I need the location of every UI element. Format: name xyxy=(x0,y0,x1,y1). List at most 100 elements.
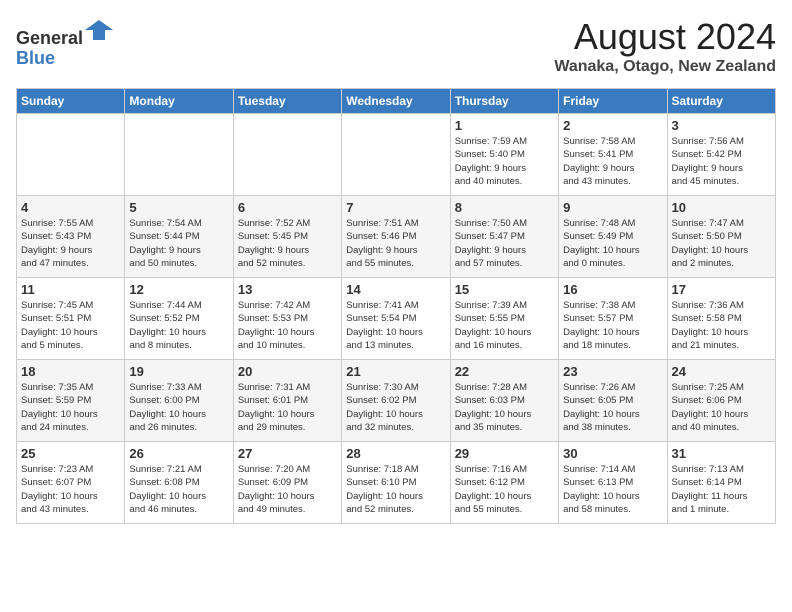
calendar-week-2: 4 Sunrise: 7:55 AM Sunset: 5:43 PM Daylig… xyxy=(17,196,776,278)
weekday-header-friday: Friday xyxy=(559,89,667,114)
day-info: Sunrise: 7:51 AM Sunset: 5:46 PM Dayligh… xyxy=(346,217,445,270)
day-number: 13 xyxy=(238,282,337,297)
calendar-cell: 19Sunrise: 7:33 AM Sunset: 6:00 PM Dayli… xyxy=(125,360,233,442)
calendar-cell: 15 Sunrise: 7:39 AM Sunset: 5:55 PM Dayli… xyxy=(450,278,558,360)
calendar-body: 1 Sunrise: 7:59 AM Sunset: 5:40 PM Daylig… xyxy=(17,114,776,524)
day-info: Sunrise: 7:44 AM Sunset: 5:52 PM Dayligh… xyxy=(129,299,228,352)
day-number: 23 xyxy=(563,364,662,379)
day-info: Sunrise: 7:31 AM Sunset: 6:01 PM Dayligh… xyxy=(238,381,337,434)
calendar-week-1: 1 Sunrise: 7:59 AM Sunset: 5:40 PM Daylig… xyxy=(17,114,776,196)
logo-general: General xyxy=(16,28,83,48)
weekday-header-saturday: Saturday xyxy=(667,89,775,114)
calendar-cell xyxy=(125,114,233,196)
day-info: Sunrise: 7:23 AM Sunset: 6:07 PM Dayligh… xyxy=(21,463,120,516)
calendar-cell: 22 Sunrise: 7:28 AM Sunset: 6:03 PM Dayli… xyxy=(450,360,558,442)
day-number: 22 xyxy=(455,364,554,379)
weekday-header-tuesday: Tuesday xyxy=(233,89,341,114)
calendar-cell: 16 Sunrise: 7:38 AM Sunset: 5:57 PM Dayli… xyxy=(559,278,667,360)
day-info: Sunrise: 7:59 AM Sunset: 5:40 PM Dayligh… xyxy=(455,135,554,188)
day-number: 21 xyxy=(346,364,445,379)
calendar-cell xyxy=(17,114,125,196)
weekday-header-monday: Monday xyxy=(125,89,233,114)
weekday-header-sunday: Sunday xyxy=(17,89,125,114)
weekday-header-thursday: Thursday xyxy=(450,89,558,114)
month-title: August 2024 xyxy=(554,16,776,58)
day-info: Sunrise: 7:18 AM Sunset: 6:10 PM Dayligh… xyxy=(346,463,445,516)
day-number: 6 xyxy=(238,200,337,215)
day-number: 5 xyxy=(129,200,228,215)
calendar-cell: 10 Sunrise: 7:47 AM Sunset: 5:50 PM Dayli… xyxy=(667,196,775,278)
calendar-cell xyxy=(342,114,450,196)
calendar-cell: 12 Sunrise: 7:44 AM Sunset: 5:52 PM Dayli… xyxy=(125,278,233,360)
calendar-cell: 28 Sunrise: 7:18 AM Sunset: 6:10 PM Dayli… xyxy=(342,442,450,524)
day-number: 29 xyxy=(455,446,554,461)
day-info: Sunrise: 7:28 AM Sunset: 6:03 PM Dayligh… xyxy=(455,381,554,434)
day-number: 8 xyxy=(455,200,554,215)
day-info: Sunrise: 7:33 AM Sunset: 6:00 PM Dayligh… xyxy=(129,381,228,434)
day-number: 31 xyxy=(672,446,771,461)
calendar-cell xyxy=(233,114,341,196)
weekday-header-wednesday: Wednesday xyxy=(342,89,450,114)
day-info: Sunrise: 7:25 AM Sunset: 6:06 PM Dayligh… xyxy=(672,381,771,434)
calendar-cell: 3 Sunrise: 7:56 AM Sunset: 5:42 PM Daylig… xyxy=(667,114,775,196)
day-info: Sunrise: 7:48 AM Sunset: 5:49 PM Dayligh… xyxy=(563,217,662,270)
day-info: Sunrise: 7:26 AM Sunset: 6:05 PM Dayligh… xyxy=(563,381,662,434)
calendar-cell: 7Sunrise: 7:51 AM Sunset: 5:46 PM Daylig… xyxy=(342,196,450,278)
day-number: 15 xyxy=(455,282,554,297)
calendar-table: SundayMondayTuesdayWednesdayThursdayFrid… xyxy=(16,88,776,524)
calendar-week-4: 18Sunrise: 7:35 AM Sunset: 5:59 PM Dayli… xyxy=(17,360,776,442)
calendar-cell: 23 Sunrise: 7:26 AM Sunset: 6:05 PM Dayli… xyxy=(559,360,667,442)
title-block: August 2024 Wanaka, Otago, New Zealand xyxy=(554,16,776,76)
day-number: 3 xyxy=(672,118,771,133)
day-info: Sunrise: 7:58 AM Sunset: 5:41 PM Dayligh… xyxy=(563,135,662,188)
calendar-cell: 6 Sunrise: 7:52 AM Sunset: 5:45 PM Daylig… xyxy=(233,196,341,278)
day-info: Sunrise: 7:21 AM Sunset: 6:08 PM Dayligh… xyxy=(129,463,228,516)
calendar-cell: 24 Sunrise: 7:25 AM Sunset: 6:06 PM Dayli… xyxy=(667,360,775,442)
calendar-cell: 25Sunrise: 7:23 AM Sunset: 6:07 PM Dayli… xyxy=(17,442,125,524)
day-info: Sunrise: 7:35 AM Sunset: 5:59 PM Dayligh… xyxy=(21,381,120,434)
calendar-cell: 11 Sunrise: 7:45 AM Sunset: 5:51 PM Dayli… xyxy=(17,278,125,360)
day-number: 20 xyxy=(238,364,337,379)
day-number: 17 xyxy=(672,282,771,297)
day-info: Sunrise: 7:42 AM Sunset: 5:53 PM Dayligh… xyxy=(238,299,337,352)
day-number: 2 xyxy=(563,118,662,133)
day-info: Sunrise: 7:41 AM Sunset: 5:54 PM Dayligh… xyxy=(346,299,445,352)
logo: General Blue xyxy=(16,16,113,69)
calendar-cell: 30 Sunrise: 7:14 AM Sunset: 6:13 PM Dayli… xyxy=(559,442,667,524)
day-number: 24 xyxy=(672,364,771,379)
calendar-cell: 26Sunrise: 7:21 AM Sunset: 6:08 PM Dayli… xyxy=(125,442,233,524)
calendar-cell: 5Sunrise: 7:54 AM Sunset: 5:44 PM Daylig… xyxy=(125,196,233,278)
calendar-week-3: 11 Sunrise: 7:45 AM Sunset: 5:51 PM Dayli… xyxy=(17,278,776,360)
calendar-cell: 1 Sunrise: 7:59 AM Sunset: 5:40 PM Daylig… xyxy=(450,114,558,196)
calendar-cell: 2 Sunrise: 7:58 AM Sunset: 5:41 PM Daylig… xyxy=(559,114,667,196)
calendar-cell: 8 Sunrise: 7:50 AM Sunset: 5:47 PM Daylig… xyxy=(450,196,558,278)
day-info: Sunrise: 7:52 AM Sunset: 5:45 PM Dayligh… xyxy=(238,217,337,270)
day-info: Sunrise: 7:20 AM Sunset: 6:09 PM Dayligh… xyxy=(238,463,337,516)
day-info: Sunrise: 7:13 AM Sunset: 6:14 PM Dayligh… xyxy=(672,463,771,516)
day-info: Sunrise: 7:56 AM Sunset: 5:42 PM Dayligh… xyxy=(672,135,771,188)
calendar-cell: 14Sunrise: 7:41 AM Sunset: 5:54 PM Dayli… xyxy=(342,278,450,360)
day-info: Sunrise: 7:55 AM Sunset: 5:43 PM Dayligh… xyxy=(21,217,120,270)
logo-bird-icon xyxy=(85,16,113,44)
day-info: Sunrise: 7:30 AM Sunset: 6:02 PM Dayligh… xyxy=(346,381,445,434)
day-number: 11 xyxy=(21,282,120,297)
day-info: Sunrise: 7:50 AM Sunset: 5:47 PM Dayligh… xyxy=(455,217,554,270)
calendar-cell: 20 Sunrise: 7:31 AM Sunset: 6:01 PM Dayli… xyxy=(233,360,341,442)
day-number: 30 xyxy=(563,446,662,461)
day-info: Sunrise: 7:36 AM Sunset: 5:58 PM Dayligh… xyxy=(672,299,771,352)
day-number: 1 xyxy=(455,118,554,133)
calendar-cell: 17 Sunrise: 7:36 AM Sunset: 5:58 PM Dayli… xyxy=(667,278,775,360)
day-number: 28 xyxy=(346,446,445,461)
day-number: 12 xyxy=(129,282,228,297)
day-info: Sunrise: 7:45 AM Sunset: 5:51 PM Dayligh… xyxy=(21,299,120,352)
day-info: Sunrise: 7:38 AM Sunset: 5:57 PM Dayligh… xyxy=(563,299,662,352)
day-info: Sunrise: 7:39 AM Sunset: 5:55 PM Dayligh… xyxy=(455,299,554,352)
calendar-week-5: 25Sunrise: 7:23 AM Sunset: 6:07 PM Dayli… xyxy=(17,442,776,524)
day-number: 4 xyxy=(21,200,120,215)
day-number: 16 xyxy=(563,282,662,297)
day-info: Sunrise: 7:14 AM Sunset: 6:13 PM Dayligh… xyxy=(563,463,662,516)
weekday-header-row: SundayMondayTuesdayWednesdayThursdayFrid… xyxy=(17,89,776,114)
page-header: General Blue August 2024 Wanaka, Otago, … xyxy=(16,16,776,76)
day-number: 10 xyxy=(672,200,771,215)
day-info: Sunrise: 7:47 AM Sunset: 5:50 PM Dayligh… xyxy=(672,217,771,270)
